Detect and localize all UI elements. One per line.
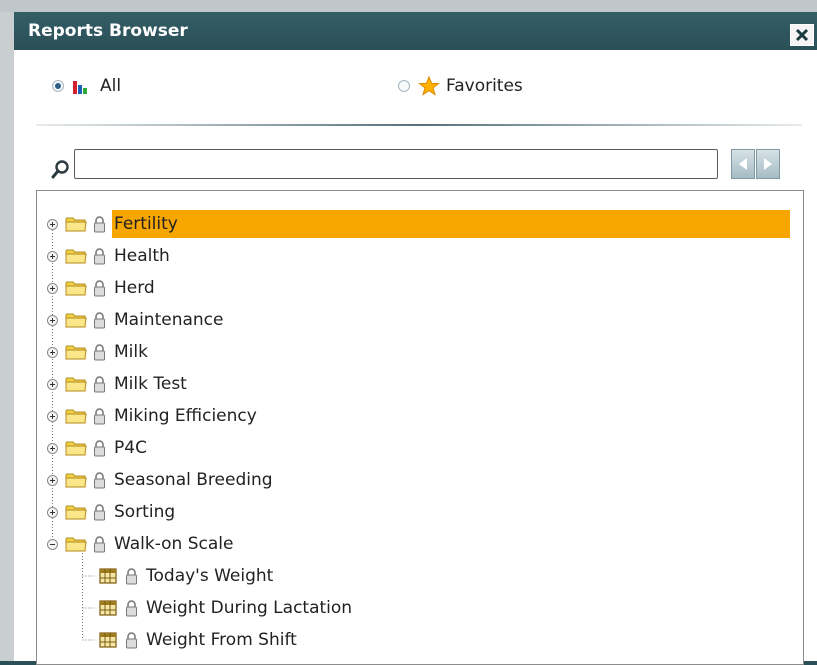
tree-folder-node[interactable]: Walk-on Scale [47,530,235,558]
folder-icon [65,409,87,424]
expand-toggle-icon[interactable] [47,442,58,454]
title-bar: Reports Browser [14,12,817,50]
tree-node-label: Herd [114,278,155,298]
folder-icon [65,377,87,392]
filter-favorites-radio[interactable] [398,80,410,92]
tree-folder-node[interactable]: Seasonal Breeding [47,466,275,494]
report-table-icon [99,568,117,584]
tree-node-label: Walk-on Scale [114,534,234,554]
tree-folder-node[interactable]: Milk Test [47,370,189,398]
tree-node-label: Health [114,246,170,266]
tree-node-label: P4C [114,438,147,458]
tree-folder-node[interactable]: Herd [47,274,157,302]
lock-icon [94,439,105,456]
expand-toggle-icon[interactable] [47,314,58,326]
lock-icon [94,407,105,424]
report-table-icon [99,600,117,616]
background-window-top [0,0,817,12]
lock-icon [126,631,137,648]
magnifier-icon [51,160,69,179]
tree-node-label: Seasonal Breeding [114,470,273,490]
lock-icon [126,599,137,616]
filter-toggle: All Favorites [14,50,817,130]
tree-node-label: Maintenance [114,310,224,330]
lock-icon [94,343,105,360]
lock-icon [94,247,105,264]
report-tree: Fertility Health Herd Maintenance Milk M… [36,190,804,665]
tree-node-label: Weight From Shift [146,630,297,650]
lock-icon [94,503,105,520]
expand-toggle-icon[interactable] [47,506,58,518]
folder-icon [65,441,87,456]
arrow-right-icon [764,158,772,170]
expand-toggle-icon[interactable] [47,410,58,422]
expand-toggle-icon[interactable] [47,378,58,390]
lock-icon [94,215,105,232]
tree-node-label: Milk Test [114,374,187,394]
star-icon [418,76,440,96]
folder-icon [65,345,87,360]
expand-toggle-icon[interactable] [47,474,58,486]
tree-folder-node[interactable]: Miking Efficiency [47,402,259,430]
search-input[interactable] [74,149,718,179]
filter-all-label: All [100,76,122,96]
tree-report-node[interactable]: Weight From Shift [99,626,299,654]
tree-report-node[interactable]: Weight During Lactation [99,594,354,622]
expand-toggle-icon[interactable] [47,218,58,230]
filter-favorites-option[interactable]: Favorites [398,76,523,96]
filter-favorites-label: Favorites [446,76,523,96]
bar-chart-icon [72,76,94,96]
tree-report-node[interactable]: Today's Weight [99,562,275,590]
expand-toggle-icon[interactable] [47,538,58,550]
expand-toggle-icon[interactable] [47,282,58,294]
folder-icon [65,281,87,296]
tree-folder-node[interactable]: P4C [47,434,149,462]
tree-node-label: Weight During Lactation [146,598,353,618]
tree-folder-node[interactable]: Fertility [47,210,790,238]
lock-icon [94,311,105,328]
lock-icon [94,375,105,392]
reports-browser-window: Reports Browser All Favorites Fertility … [14,12,817,665]
close-button[interactable] [790,24,814,46]
background-window-edge [0,0,14,661]
lock-icon [94,471,105,488]
lock-icon [94,535,105,552]
tree-node-label: Sorting [114,502,176,522]
window-title: Reports Browser [28,21,188,41]
expand-toggle-icon[interactable] [47,346,58,358]
tree-folder-node[interactable]: Maintenance [47,306,225,334]
tree-folder-node[interactable]: Health [47,242,172,270]
tree-node-label: Milk [114,342,148,362]
tree-folder-node[interactable]: Milk [47,338,150,366]
tree-node-label: Miking Efficiency [114,406,257,426]
arrow-left-icon [739,158,747,170]
folder-icon [65,505,87,520]
folder-icon [65,537,87,552]
close-x-icon [795,28,809,42]
lock-icon [126,567,137,584]
tree-node-label: Fertility [114,214,178,234]
tree-folder-node[interactable]: Sorting [47,498,177,526]
folder-icon [65,217,87,232]
lock-icon [94,279,105,296]
next-result-button[interactable] [756,149,780,179]
tree-node-label: Today's Weight [146,566,274,586]
search-bar [14,142,817,182]
report-table-icon [99,632,117,648]
expand-toggle-icon[interactable] [47,250,58,262]
folder-icon [65,473,87,488]
previous-result-button[interactable] [731,149,755,179]
separator-line [36,124,802,126]
filter-all-radio[interactable] [52,80,64,92]
folder-icon [65,313,87,328]
folder-icon [65,249,87,264]
filter-all-option[interactable]: All [52,76,121,96]
